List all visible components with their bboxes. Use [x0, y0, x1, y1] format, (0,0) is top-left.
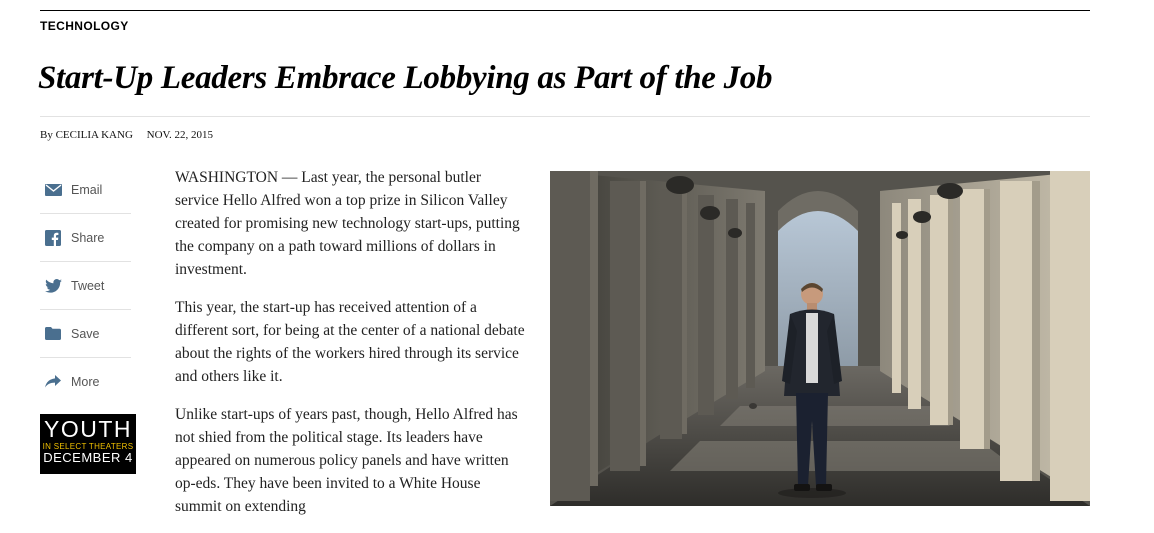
top-rule — [40, 10, 1090, 11]
headline-divider — [40, 116, 1090, 117]
publish-date: NOV. 22, 2015 — [146, 129, 214, 141]
tweet-label: Tweet — [71, 278, 105, 293]
ad-title: YOUTH — [44, 416, 132, 442]
article-headline: Start-Up Leaders Embrace Lobbying as Par… — [38, 60, 773, 96]
paragraph-2: This year, the start-up has received att… — [175, 299, 525, 385]
article-body: WASHINGTON — Last year, the personal but… — [175, 166, 525, 533]
paragraph-1: WASHINGTON — Last year, the personal but… — [175, 169, 520, 278]
more-label: More — [71, 374, 100, 389]
folder-icon — [44, 325, 62, 343]
paragraph-3: Unlike start-ups of years past, though, … — [175, 406, 518, 515]
email-button[interactable]: Email — [40, 166, 131, 214]
share-tools: Email Share Tweet Save More — [40, 166, 131, 405]
section-label[interactable]: TECHNOLOGY — [40, 19, 129, 33]
colonnade-photo-illustration — [550, 171, 1090, 506]
tweet-button[interactable]: Tweet — [40, 262, 131, 310]
share-arrow-icon — [44, 373, 62, 391]
more-button[interactable]: More — [40, 358, 131, 405]
facebook-share-button[interactable]: Share — [40, 214, 131, 262]
article-photo[interactable] — [550, 171, 1090, 506]
save-button[interactable]: Save — [40, 310, 131, 358]
envelope-icon — [44, 181, 62, 199]
save-label: Save — [71, 326, 100, 341]
ad-date: DECEMBER 4 — [43, 450, 133, 465]
twitter-icon — [44, 277, 62, 295]
byline: By CECILIA KANG NOV. 22, 2015 — [40, 129, 213, 141]
email-label: Email — [71, 182, 103, 197]
share-label: Share — [71, 230, 105, 245]
author: By CECILIA KANG — [40, 129, 133, 141]
youth-ad[interactable]: YOUTH IN SELECT THEATERS DECEMBER 4 — [40, 414, 136, 474]
facebook-icon — [44, 229, 62, 247]
